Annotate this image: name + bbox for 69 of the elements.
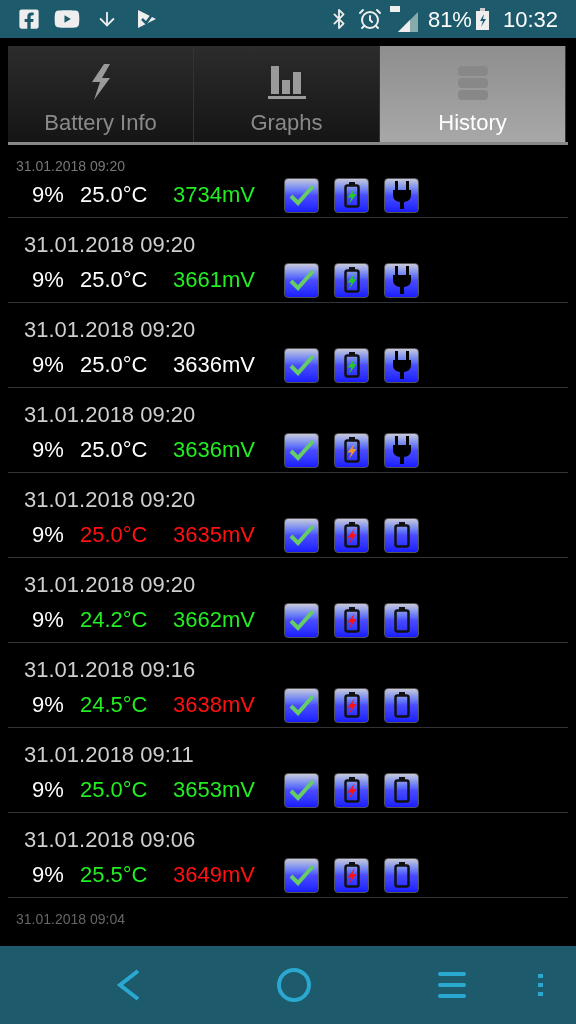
empty-battery-icon — [384, 687, 419, 723]
temperature: 25.0°C — [80, 354, 149, 376]
alarm-icon — [357, 7, 382, 31]
check-icon — [284, 177, 319, 213]
signal-icon — [389, 6, 418, 32]
entry-date: 31.01.2018 09:11 — [24, 744, 194, 766]
entry-date: 31.01.2018 09:20 — [24, 234, 196, 256]
temperature: 25.0°C — [80, 439, 149, 461]
bar-chart-icon — [267, 66, 306, 100]
battery-percent: 9% — [32, 439, 65, 461]
voltage: 3638mV — [173, 694, 256, 716]
more-icon[interactable] — [538, 974, 544, 996]
plug-icon — [384, 432, 419, 468]
empty-battery-icon — [384, 857, 419, 893]
entry-date: 31.01.2018 09:20 — [24, 319, 196, 341]
battery-percent: 9% — [32, 524, 65, 546]
entry-date: 31.01.2018 09:06 — [24, 829, 196, 851]
entry-date: 31.01.2018 09:20 — [16, 159, 125, 173]
temperature: 24.2°C — [80, 609, 149, 631]
check-icon — [284, 432, 319, 468]
battery-percent: 9% — [32, 864, 65, 886]
plug-icon — [384, 262, 419, 298]
check-icon — [284, 772, 319, 808]
battery-percent: 9% — [32, 184, 65, 206]
clock: 10:32 — [502, 5, 558, 34]
empty-battery-icon — [384, 772, 419, 808]
voltage: 3649mV — [173, 864, 256, 886]
back-icon[interactable] — [116, 968, 142, 1002]
voltage: 3636mV — [173, 439, 256, 461]
battery-percent: 9% — [32, 354, 65, 376]
voltage: 3636mV — [173, 354, 256, 376]
check-icon — [284, 347, 319, 383]
battery-percent: 9% — [32, 694, 65, 716]
temperature: 25.0°C — [80, 269, 149, 291]
menu-icon[interactable] — [438, 971, 466, 999]
battery-percent: 9% — [32, 609, 65, 631]
temperature: 24.5°C — [80, 694, 149, 716]
check-icon — [284, 602, 319, 638]
voltage: 3653mV — [173, 779, 256, 801]
entry-date: 31.01.2018 09:04 — [16, 912, 125, 926]
check-icon — [284, 687, 319, 723]
checkmark-flag-icon — [136, 8, 158, 30]
temperature: 25.0°C — [80, 184, 149, 206]
facebook-icon — [18, 8, 40, 30]
battery-level: 81% — [427, 5, 472, 34]
entry-date: 31.01.2018 09:16 — [24, 659, 196, 681]
tab[interactable]: Battery Info — [8, 46, 194, 142]
empty-battery-icon — [384, 517, 419, 553]
battery-percent: 9% — [32, 779, 65, 801]
temperature: 25.0°C — [80, 779, 149, 801]
check-icon — [284, 262, 319, 298]
voltage: 3635mV — [173, 524, 256, 546]
voltage: 3661mV — [173, 269, 256, 291]
battery-percent: 9% — [32, 269, 65, 291]
voltage: 3734mV — [173, 184, 256, 206]
entry-date: 31.01.2018 09:20 — [24, 574, 196, 596]
plug-icon — [384, 347, 419, 383]
plug-icon — [384, 177, 419, 213]
temperature: 25.5°C — [80, 864, 149, 886]
temperature: 25.0°C — [80, 524, 149, 546]
check-icon — [284, 517, 319, 553]
entry-date: 31.01.2018 09:20 — [24, 404, 196, 426]
battery-charging-icon — [475, 8, 489, 30]
voltage: 3662mV — [173, 609, 256, 631]
check-icon — [284, 857, 319, 893]
home-icon[interactable] — [276, 967, 312, 1003]
empty-battery-icon — [384, 602, 419, 638]
entry-date: 31.01.2018 09:20 — [24, 489, 196, 511]
tab[interactable]: Graphs — [194, 46, 380, 142]
